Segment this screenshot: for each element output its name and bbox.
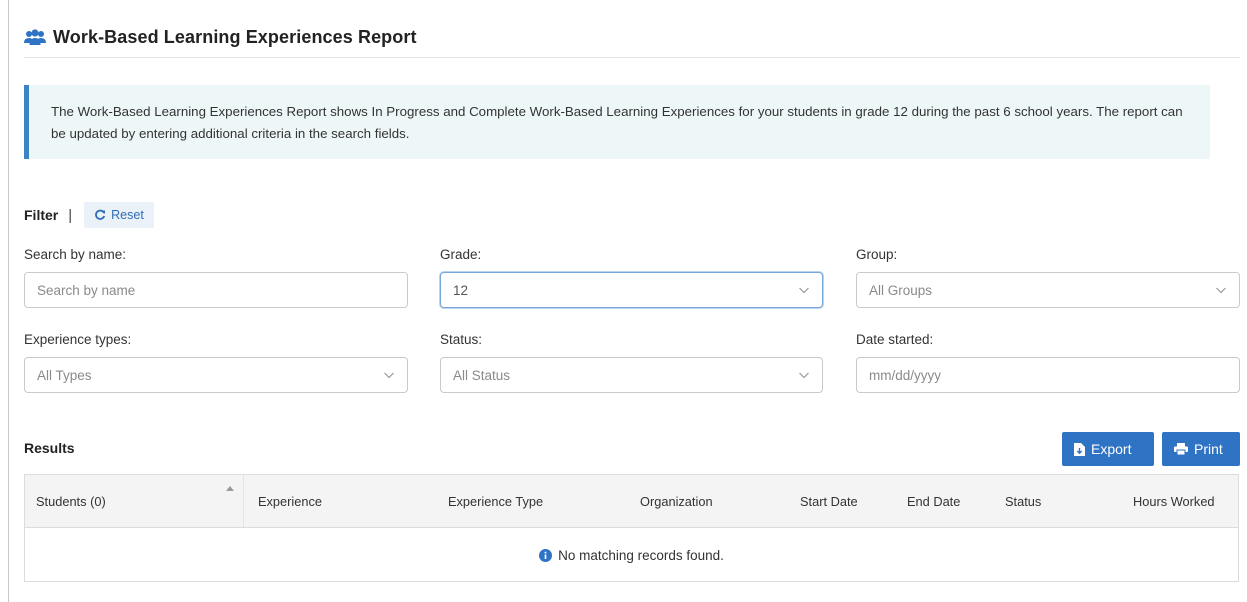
table-header: Students (0) Experience Experience Type … <box>25 475 1238 528</box>
col-hours-worked[interactable]: Hours Worked <box>1133 475 1215 527</box>
report-page: Work-Based Learning Experiences Report T… <box>24 0 1240 602</box>
col-experience-type[interactable]: Experience Type <box>448 475 543 527</box>
info-callout: The Work-Based Learning Experiences Repo… <box>24 85 1210 159</box>
print-button[interactable]: Print <box>1162 432 1240 466</box>
col-status[interactable]: Status <box>1005 475 1041 527</box>
users-icon <box>24 29 46 45</box>
col-students[interactable]: Students (0) <box>36 475 241 527</box>
filter-label: Filter <box>24 207 59 223</box>
date-started-label: Date started: <box>856 332 934 347</box>
export-button[interactable]: Export <box>1062 432 1154 466</box>
col-hours-worked-label: Hours Worked <box>1133 493 1215 509</box>
col-experience-type-label: Experience Type <box>448 493 544 509</box>
date-started-input[interactable]: mm/dd/yyyy <box>856 357 1240 393</box>
col-end-date-label: End Date <box>907 493 961 509</box>
file-export-icon <box>1074 442 1085 456</box>
window-left-border <box>8 0 9 602</box>
group-label: Group: <box>856 247 898 262</box>
experience-types-label: Experience types: <box>24 332 132 347</box>
page-header: Work-Based Learning Experiences Report <box>24 22 417 52</box>
grade-label: Grade: <box>440 247 482 262</box>
reset-label: Reset <box>111 208 144 222</box>
empty-message: No matching records found. <box>558 548 724 563</box>
page-title: Work-Based Learning Experiences Report <box>53 26 417 47</box>
search-name-placeholder: Search by name <box>37 282 136 298</box>
grade-value: 12 <box>453 282 469 298</box>
refresh-icon <box>95 209 106 220</box>
group-value: All Groups <box>869 282 933 298</box>
printer-icon <box>1174 443 1188 455</box>
chevron-down-icon <box>1216 287 1226 294</box>
reset-button[interactable]: Reset <box>84 202 154 228</box>
experience-types-select[interactable]: All Types <box>24 357 408 393</box>
experience-types-value: All Types <box>37 367 92 383</box>
search-name-input[interactable]: Search by name <box>24 272 408 308</box>
grade-select[interactable]: 12 <box>440 272 823 308</box>
filter-bar: Filter | Reset <box>24 202 154 228</box>
info-text: The Work-Based Learning Experiences Repo… <box>51 104 1183 141</box>
empty-results-row: No matching records found. <box>25 528 1238 583</box>
col-status-label: Status <box>1005 493 1042 509</box>
col-organization-label: Organization <box>640 493 713 509</box>
col-start-date-label: Start Date <box>800 493 858 509</box>
status-select[interactable]: All Status <box>440 357 823 393</box>
sort-asc-icon <box>226 486 234 491</box>
chevron-down-icon <box>384 372 394 379</box>
date-started-placeholder: mm/dd/yyyy <box>869 367 942 383</box>
col-students-label: Students (0) <box>36 493 106 509</box>
search-name-label: Search by name: <box>24 247 127 262</box>
status-value: All Status <box>453 367 511 383</box>
export-label: Export <box>1091 441 1132 457</box>
filter-separator: | <box>68 206 73 224</box>
chevron-down-icon <box>799 372 809 379</box>
col-experience[interactable]: Experience <box>258 475 322 527</box>
print-label: Print <box>1194 441 1223 457</box>
header-divider <box>24 57 1240 58</box>
info-circle-icon <box>539 549 553 562</box>
results-label: Results <box>24 440 75 456</box>
col-experience-label: Experience <box>258 493 323 509</box>
group-select[interactable]: All Groups <box>856 272 1240 308</box>
col-end-date[interactable]: End Date <box>907 475 960 527</box>
col-organization[interactable]: Organization <box>640 475 713 527</box>
status-label: Status: <box>440 332 483 347</box>
col-divider <box>243 475 244 527</box>
col-start-date[interactable]: Start Date <box>800 475 858 527</box>
results-table: Students (0) Experience Experience Type … <box>24 474 1239 582</box>
chevron-down-icon <box>799 287 809 294</box>
